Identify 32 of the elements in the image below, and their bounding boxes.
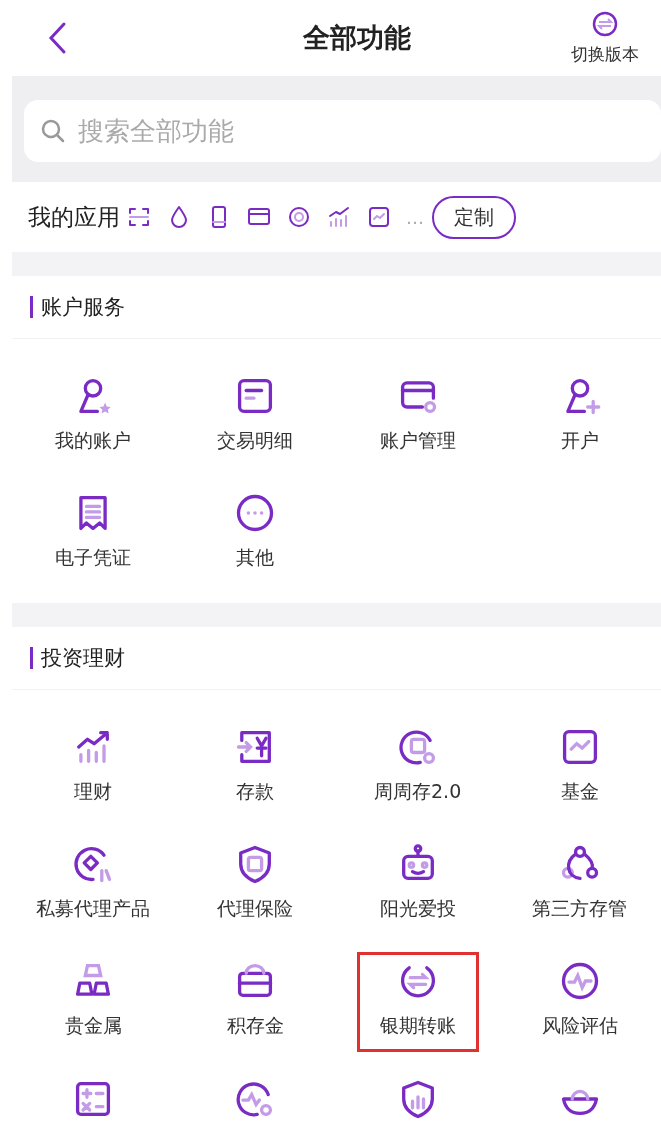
switch-icon [592,10,618,37]
function-item[interactable]: 开户 [534,367,625,467]
line-chart-icon[interactable] [366,204,392,230]
function-item[interactable]: 积存金 [203,952,307,1052]
function-item[interactable]: 交易明细 [194,367,317,467]
function-item[interactable]: 阳光爱投 [356,835,479,935]
customize-button[interactable]: 定制 [432,195,516,239]
function-item[interactable]: 理财 [48,718,139,818]
function-item[interactable]: 贵金属 [41,952,145,1052]
section-title: 投资理财 [41,645,125,672]
back-icon [46,21,68,55]
function-item[interactable]: 风险评估 [518,952,641,1052]
function-item[interactable]: 其他 [210,484,301,584]
search-icon [40,118,66,144]
function-item[interactable]: 账户管理 [356,367,479,467]
switch-version-button[interactable]: 切换版本 [571,10,639,66]
function-item[interactable]: 基金 [534,718,625,818]
function-item[interactable]: 代理保险 [194,835,317,935]
function-item[interactable]: 存款 [210,718,301,818]
coin-icon[interactable] [286,204,312,230]
search-bar[interactable]: 搜索全部功能 [24,100,661,162]
bar-chart-icon[interactable] [326,204,352,230]
more-label: … [406,206,424,228]
function-item[interactable]: 银期转账 [356,952,479,1052]
function-item[interactable]: 周周存2.0 [351,718,485,818]
section-title: 账户服务 [41,294,125,321]
function-item[interactable]: 第三方存管 [509,835,651,935]
function-item[interactable]: 电子凭证 [32,484,155,584]
function-item[interactable]: 私募代理产品 [13,835,174,935]
function-item[interactable]: 我的账户 [32,367,155,467]
my-apps-label: 我的应用 [28,202,120,232]
page-title: 全部功能 [302,21,411,55]
